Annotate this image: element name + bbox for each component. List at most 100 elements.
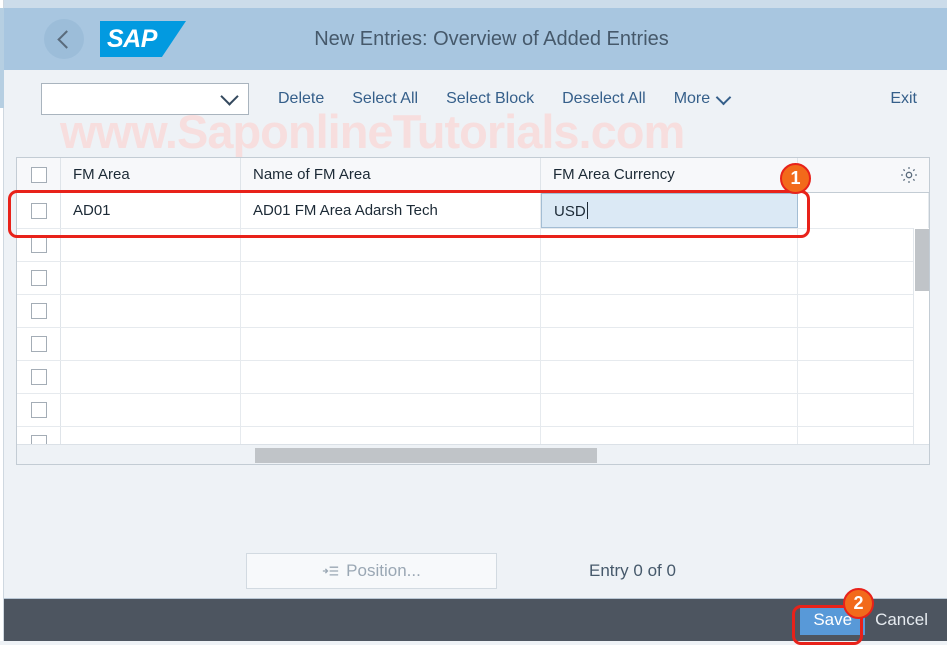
chevron-down-icon <box>220 87 239 106</box>
chevron-down-icon <box>715 89 732 105</box>
fm-area-currency-value: USD <box>554 203 586 220</box>
cell-fm-area-currency[interactable] <box>541 229 798 261</box>
sap-logo: SAP <box>100 21 186 57</box>
cell-fm-area[interactable] <box>61 229 241 261</box>
footer-bar: Save Cancel <box>4 598 947 641</box>
select-all-button[interactable]: Select All <box>352 90 418 108</box>
row-select-cell[interactable] <box>17 394 61 426</box>
back-button[interactable] <box>44 19 84 59</box>
cell-fm-area-currency[interactable] <box>541 328 798 360</box>
row-select-cell[interactable] <box>17 193 61 228</box>
row-select-cell[interactable] <box>17 295 61 327</box>
entries-table: FM Area Name of FM Area FM Area Currency… <box>16 157 930 465</box>
cell-fm-area[interactable] <box>61 262 241 294</box>
more-button[interactable]: More <box>673 89 732 108</box>
column-header-fm-area-currency[interactable]: FM Area Currency <box>541 158 798 192</box>
cell-fm-area[interactable] <box>61 394 241 426</box>
window-left-edge-strip <box>0 8 4 108</box>
cell-name-of-fm-area[interactable] <box>241 262 541 294</box>
action-toolbar: Delete Select All Select Block Deselect … <box>4 70 947 128</box>
row-checkbox[interactable] <box>30 369 47 385</box>
table-row[interactable] <box>17 427 929 444</box>
cell-name-of-fm-area[interactable] <box>241 361 541 393</box>
row-select-cell[interactable] <box>17 328 61 360</box>
row-checkbox[interactable] <box>30 303 47 319</box>
select-all-header-cell[interactable] <box>17 158 61 192</box>
cell-filler <box>798 229 929 261</box>
row-checkbox[interactable] <box>30 336 47 352</box>
cell-fm-area-currency[interactable] <box>541 394 798 426</box>
cell-fm-area[interactable] <box>61 361 241 393</box>
row-select-cell[interactable] <box>17 229 61 261</box>
row-select-cell[interactable] <box>17 361 61 393</box>
horizontal-scrollbar[interactable] <box>17 444 929 464</box>
vertical-scrollbar[interactable] <box>913 228 929 444</box>
table-row[interactable] <box>17 262 929 295</box>
window-top-strip <box>0 0 947 8</box>
more-label: More <box>673 90 711 107</box>
table-row[interactable] <box>17 229 929 262</box>
cell-fm-area[interactable] <box>61 427 241 444</box>
position-list-icon <box>322 564 339 578</box>
deselect-all-label: Deselect All <box>562 90 646 107</box>
table-row[interactable] <box>17 361 929 394</box>
table-row[interactable]: AD01 AD01 FM Area Adarsh Tech USD <box>17 193 929 229</box>
cell-filler <box>798 361 929 393</box>
cell-name-of-fm-area[interactable] <box>241 394 541 426</box>
cell-fm-area-currency[interactable]: USD <box>541 193 798 228</box>
column-header-fm-area[interactable]: FM Area <box>61 158 241 192</box>
cancel-button[interactable]: Cancel <box>875 610 928 630</box>
cell-name-of-fm-area[interactable] <box>241 328 541 360</box>
chevron-left-icon <box>56 29 76 49</box>
select-all-checkbox[interactable] <box>30 167 47 183</box>
page-title: New Entries: Overview of Added Entries <box>314 27 669 50</box>
cell-filler <box>798 295 929 327</box>
cell-fm-area-currency[interactable] <box>541 427 798 444</box>
position-button[interactable]: Position... <box>246 553 497 589</box>
table-row[interactable] <box>17 328 929 361</box>
cell-fm-area-currency[interactable] <box>541 295 798 327</box>
entry-status: Entry 0 of 0 <box>589 561 676 580</box>
cell-name-of-fm-area[interactable]: AD01 FM Area Adarsh Tech <box>241 193 541 228</box>
cell-fm-area-currency[interactable] <box>541 361 798 393</box>
table-body: AD01 AD01 FM Area Adarsh Tech USD <box>17 193 929 444</box>
cell-filler <box>798 193 929 228</box>
save-button[interactable]: Save <box>800 605 866 635</box>
cell-fm-area[interactable]: AD01 <box>61 193 241 228</box>
cell-name-of-fm-area[interactable] <box>241 229 541 261</box>
delete-button[interactable]: Delete <box>278 90 324 108</box>
cell-fm-area-currency[interactable] <box>541 262 798 294</box>
select-block-button[interactable]: Select Block <box>446 90 534 108</box>
row-checkbox[interactable] <box>30 402 47 418</box>
row-checkbox[interactable] <box>30 202 47 219</box>
cell-filler <box>798 262 929 294</box>
cell-filler <box>798 328 929 360</box>
cell-name-of-fm-area[interactable] <box>241 427 541 444</box>
row-checkbox[interactable] <box>30 237 47 253</box>
text-caret <box>586 202 588 219</box>
cell-fm-area[interactable] <box>61 295 241 327</box>
cell-name-of-fm-area[interactable] <box>241 295 541 327</box>
gear-icon[interactable] <box>899 165 919 185</box>
window-left-edge <box>0 0 4 641</box>
exit-button[interactable]: Exit <box>890 90 917 108</box>
horizontal-scrollbar-thumb[interactable] <box>255 448 597 463</box>
table-row[interactable] <box>17 394 929 427</box>
column-header-name-of-fm-area[interactable]: Name of FM Area <box>241 158 541 192</box>
row-select-cell[interactable] <box>17 427 61 444</box>
cell-filler <box>798 394 929 426</box>
app-header: SAP New Entries: Overview of Added Entri… <box>0 8 947 70</box>
row-checkbox[interactable] <box>30 270 47 286</box>
value-help-button[interactable] <box>797 195 798 225</box>
table-header-row: FM Area Name of FM Area FM Area Currency <box>17 158 929 193</box>
row-select-cell[interactable] <box>17 262 61 294</box>
row-checkbox[interactable] <box>30 435 47 444</box>
deselect-all-button[interactable]: Deselect All <box>562 90 646 108</box>
cell-fm-area[interactable] <box>61 328 241 360</box>
table-row[interactable] <box>17 295 929 328</box>
variant-select[interactable] <box>41 83 249 115</box>
sap-logo-text: SAP <box>107 25 157 53</box>
position-button-label: Position... <box>346 561 421 580</box>
cell-filler <box>798 427 929 444</box>
vertical-scrollbar-thumb[interactable] <box>914 229 929 291</box>
